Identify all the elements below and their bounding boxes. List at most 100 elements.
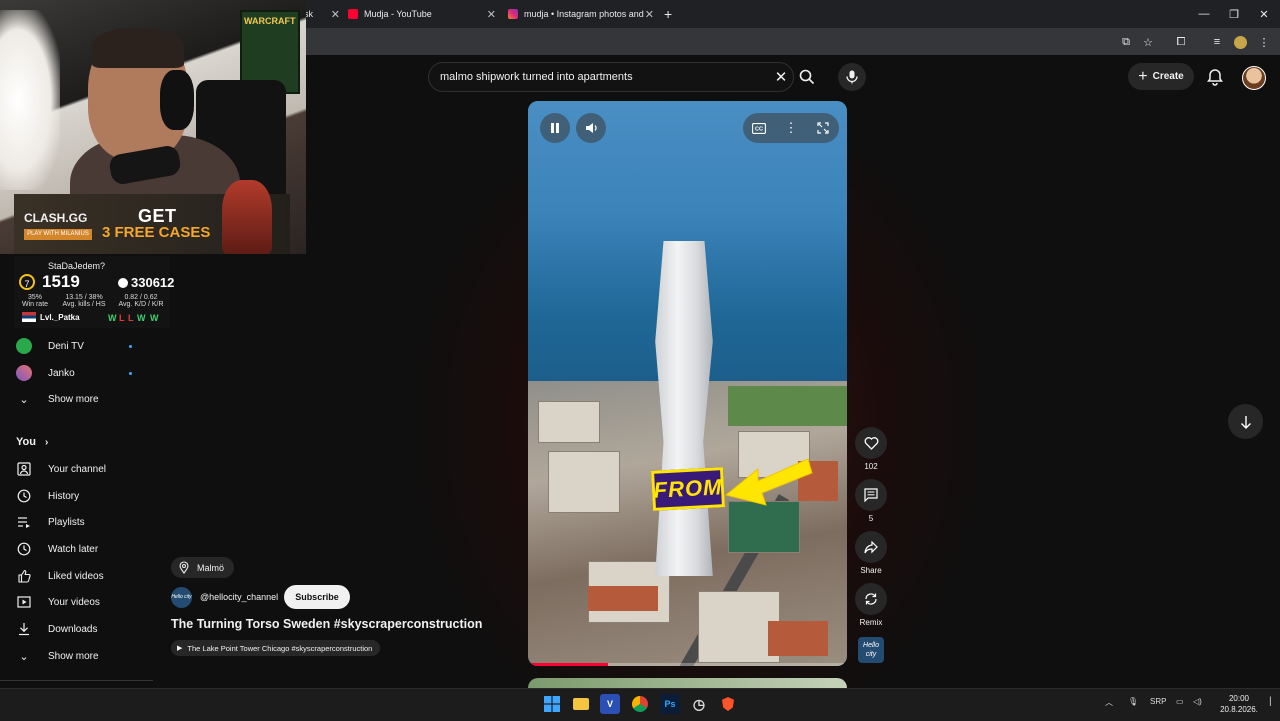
network-icon[interactable]: ▭ xyxy=(1176,697,1184,706)
stat-label: Avg. K/D / K/R xyxy=(118,301,164,308)
clock-date: 20.8.2026. xyxy=(1220,705,1258,714)
remix-label: Remix xyxy=(859,618,883,627)
notification-center-icon[interactable]: ▏ xyxy=(1270,697,1276,706)
clock-app-icon[interactable]: ◷ xyxy=(689,694,709,714)
svg-text:CC: CC xyxy=(755,126,763,132)
install-app-icon[interactable]: ⧉ xyxy=(1118,34,1134,50)
close-tab-icon[interactable]: ✕ xyxy=(331,8,340,21)
sidebar-item-deni-tv[interactable]: Deni TV xyxy=(0,333,152,359)
serbia-flag-icon xyxy=(22,312,36,322)
tab-mudja-youtube[interactable]: Mudja - YouTube ✕ xyxy=(348,3,496,25)
recent-result: W xyxy=(150,313,159,323)
share-icon xyxy=(864,540,878,553)
more-options-icon[interactable]: ⋮ xyxy=(783,120,799,136)
comments-button[interactable] xyxy=(855,479,887,511)
media-control-icon[interactable]: ≡ xyxy=(1209,34,1225,50)
subscribe-button[interactable]: Subscribe xyxy=(284,585,350,609)
like-button[interactable] xyxy=(855,427,887,459)
volume-tray-icon[interactable]: ◁) xyxy=(1193,697,1202,706)
sidebar-item-playlists[interactable]: Playlists xyxy=(0,509,152,535)
close-tab-icon[interactable]: ✕ xyxy=(645,8,654,21)
video-progress-bar[interactable] xyxy=(528,663,847,666)
sidebar-item-your-channel[interactable]: Your channel xyxy=(0,456,152,482)
new-tab-button[interactable]: + xyxy=(664,3,680,25)
sidebar-item-liked-videos[interactable]: Liked videos xyxy=(0,563,152,589)
tray-overflow-icon[interactable]: ︿ xyxy=(1105,697,1113,708)
share-action[interactable]: Share xyxy=(855,531,887,575)
sidebar-item-downloads[interactable]: Downloads xyxy=(0,616,152,642)
microphone-icon xyxy=(846,70,858,84)
close-window-icon[interactable]: ✕ xyxy=(1248,0,1280,28)
short-video-player[interactable]: FROM CC ⋮ xyxy=(528,101,847,666)
sidebar-item-your-videos[interactable]: Your videos xyxy=(0,589,152,615)
bookmark-star-icon[interactable]: ☆ xyxy=(1140,34,1156,50)
minimize-icon[interactable]: — xyxy=(1188,0,1220,28)
short-title[interactable]: The Turning Torso Sweden #skyscrapercons… xyxy=(171,617,482,631)
video-icon xyxy=(16,594,32,610)
voice-search-button[interactable] xyxy=(838,63,866,91)
sidebar-item-watch-later[interactable]: Watch later xyxy=(0,536,152,562)
tab-instagram[interactable]: mudja • Instagram photos and ✕ xyxy=(508,3,654,25)
clear-search-icon[interactable]: ✕ xyxy=(769,68,793,86)
tray-mic-icon[interactable]: 🎙 xyxy=(1128,697,1138,706)
brave-icon[interactable] xyxy=(718,694,738,714)
video-progress-fill xyxy=(528,663,608,666)
extensions-icon[interactable]: ⧠ xyxy=(1173,34,1189,50)
photoshop-icon[interactable]: Ps xyxy=(660,694,680,714)
channel-thumbnail[interactable]: Hello city xyxy=(858,637,884,663)
account-avatar[interactable] xyxy=(1242,66,1266,90)
restore-icon[interactable]: ❐ xyxy=(1218,0,1250,28)
video-overlay-text: FROM xyxy=(651,467,725,511)
history-icon xyxy=(16,488,32,504)
share-button[interactable] xyxy=(855,531,887,563)
next-video-button[interactable] xyxy=(1228,404,1263,439)
profile-icon[interactable] xyxy=(1232,34,1248,50)
sidebar-item-janko[interactable]: Janko xyxy=(0,360,152,386)
recent-result: W xyxy=(108,313,117,323)
bell-icon xyxy=(1207,69,1223,86)
close-tab-icon[interactable]: ✕ xyxy=(487,8,496,21)
new-content-dot xyxy=(129,344,132,348)
sidebar-item-label: Show more xyxy=(48,393,99,405)
fullscreen-icon[interactable] xyxy=(815,120,831,136)
chrome-icon[interactable] xyxy=(630,694,650,714)
search-box[interactable]: malmo shipwork turned into apartments ✕ xyxy=(428,62,794,92)
remix-action[interactable]: Remix xyxy=(855,583,887,627)
person-icon xyxy=(16,461,32,477)
notifications-button[interactable] xyxy=(1205,67,1225,87)
keyboard-language[interactable]: SRP xyxy=(1150,697,1166,706)
sidebar-you-heading[interactable]: You › xyxy=(16,436,48,448)
create-button[interactable]: + Create xyxy=(1128,63,1194,90)
captions-icon[interactable]: CC xyxy=(751,120,767,136)
sidebar-item-history[interactable]: History xyxy=(0,483,152,509)
video-roof xyxy=(588,586,658,611)
streamer-hair xyxy=(92,28,184,68)
search-input[interactable]: malmo shipwork turned into apartments xyxy=(440,71,769,83)
windows-start-icon[interactable] xyxy=(542,694,562,714)
v-app-icon[interactable]: V xyxy=(600,694,620,714)
location-chip[interactable]: Malmö xyxy=(171,557,235,578)
recent-result: L xyxy=(128,313,134,323)
faceit-nickname: Lvl._Patka xyxy=(40,313,80,322)
recent-result: L xyxy=(119,313,125,323)
faceit-avg-kd: 0.82 / 0.62 Avg. K/D / K/R xyxy=(114,294,168,308)
remix-button[interactable] xyxy=(855,583,887,615)
related-video-chip[interactable]: ▶ The Lake Point Tower Chicago #skyscrap… xyxy=(171,640,381,656)
sidebar-show-more-subscriptions[interactable]: ⌄ Show more xyxy=(0,386,152,412)
mute-button[interactable] xyxy=(576,113,606,143)
comment-action[interactable]: 5 xyxy=(855,479,887,523)
pause-button[interactable] xyxy=(540,113,570,143)
file-explorer-icon[interactable] xyxy=(571,694,591,714)
sidebar-show-more-you[interactable]: ⌄ Show more xyxy=(0,643,152,669)
sidebar-item-label: Playlists xyxy=(48,516,85,528)
like-action[interactable]: 102 xyxy=(855,427,887,471)
channel-name[interactable]: @hellocity_channel xyxy=(200,592,278,602)
channel-avatar[interactable]: Hello city xyxy=(171,586,192,608)
taskbar-clock[interactable]: 20:00 20.8.2026. xyxy=(1212,693,1266,715)
browser-menu-icon[interactable]: ⋮ xyxy=(1256,34,1272,50)
heart-icon xyxy=(864,437,878,450)
coin-icon xyxy=(118,278,128,288)
search-button[interactable] xyxy=(792,62,822,92)
sidebar-divider xyxy=(0,680,153,681)
thumb-up-icon xyxy=(16,568,32,584)
